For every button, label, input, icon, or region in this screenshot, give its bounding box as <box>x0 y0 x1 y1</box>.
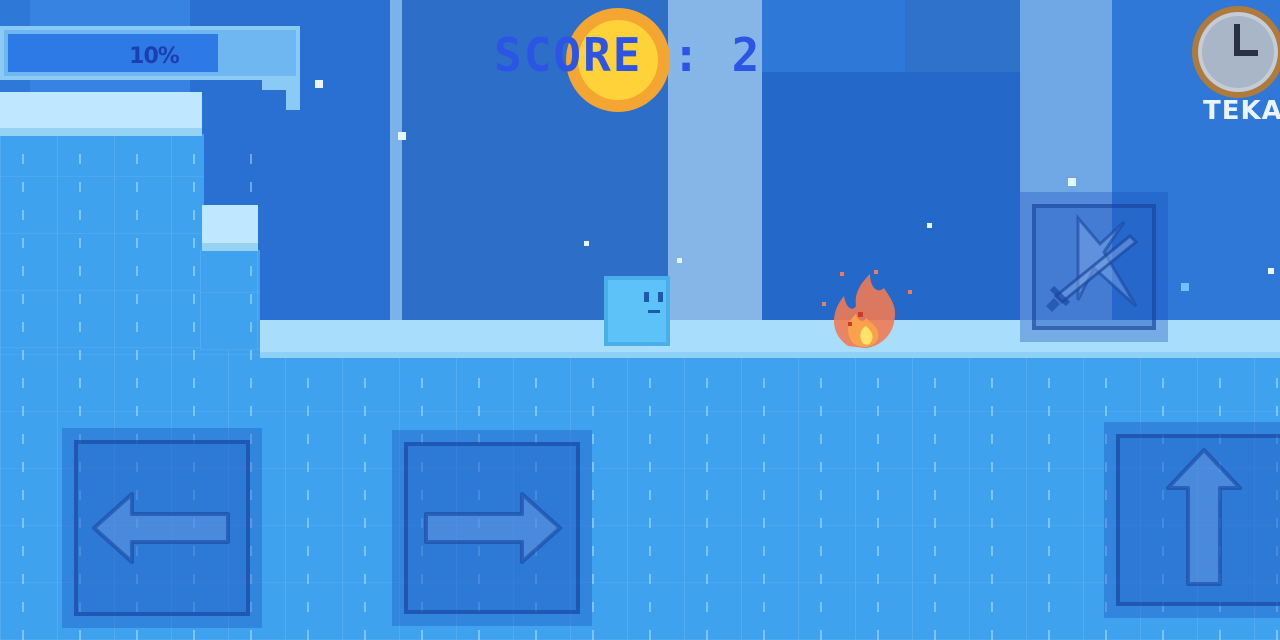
arrow-right-icon <box>424 492 562 564</box>
fire-enemy <box>822 270 912 348</box>
progress-label: 10% <box>129 44 180 69</box>
progress-bar: 10% <box>0 26 300 80</box>
snow-particle <box>315 80 323 88</box>
score-value: 2 <box>731 28 762 82</box>
attack-button[interactable] <box>1020 192 1168 342</box>
player-mouth <box>648 310 660 313</box>
player-eye <box>658 292 663 302</box>
snow-particle <box>677 258 682 263</box>
snow-particle <box>1268 268 1274 274</box>
game-stage: 10% SCORE : 2 TEKAN <box>0 0 1280 640</box>
pause-button[interactable]: TEKAN <box>1188 4 1280 132</box>
snow-particle <box>1181 283 1189 291</box>
arrow-left-icon <box>92 492 230 564</box>
score-display: SCORE : 2 <box>494 28 761 82</box>
ice-ledge <box>202 205 258 251</box>
move-right-button[interactable] <box>392 430 592 626</box>
arrow-up-icon <box>1166 448 1242 586</box>
snow-particle <box>927 223 932 228</box>
progress-bar-drip <box>262 80 300 90</box>
player-eye <box>644 292 649 302</box>
snow-particle <box>398 132 406 140</box>
move-left-button[interactable] <box>62 428 262 628</box>
pause-label: TEKAN <box>1203 96 1280 126</box>
score-separator: : <box>672 28 702 82</box>
score-label: SCORE <box>494 28 643 82</box>
jump-button[interactable] <box>1104 422 1280 618</box>
progress-bar-drip <box>286 90 300 110</box>
snow-particle <box>1068 178 1076 186</box>
clock-icon <box>1192 6 1280 98</box>
ice-ledge <box>0 92 202 136</box>
bg-column <box>905 0 1020 72</box>
snow-particle <box>584 241 589 246</box>
bg-column <box>390 0 402 330</box>
sword-icon <box>1046 213 1139 312</box>
ice-cube-player <box>604 276 670 346</box>
